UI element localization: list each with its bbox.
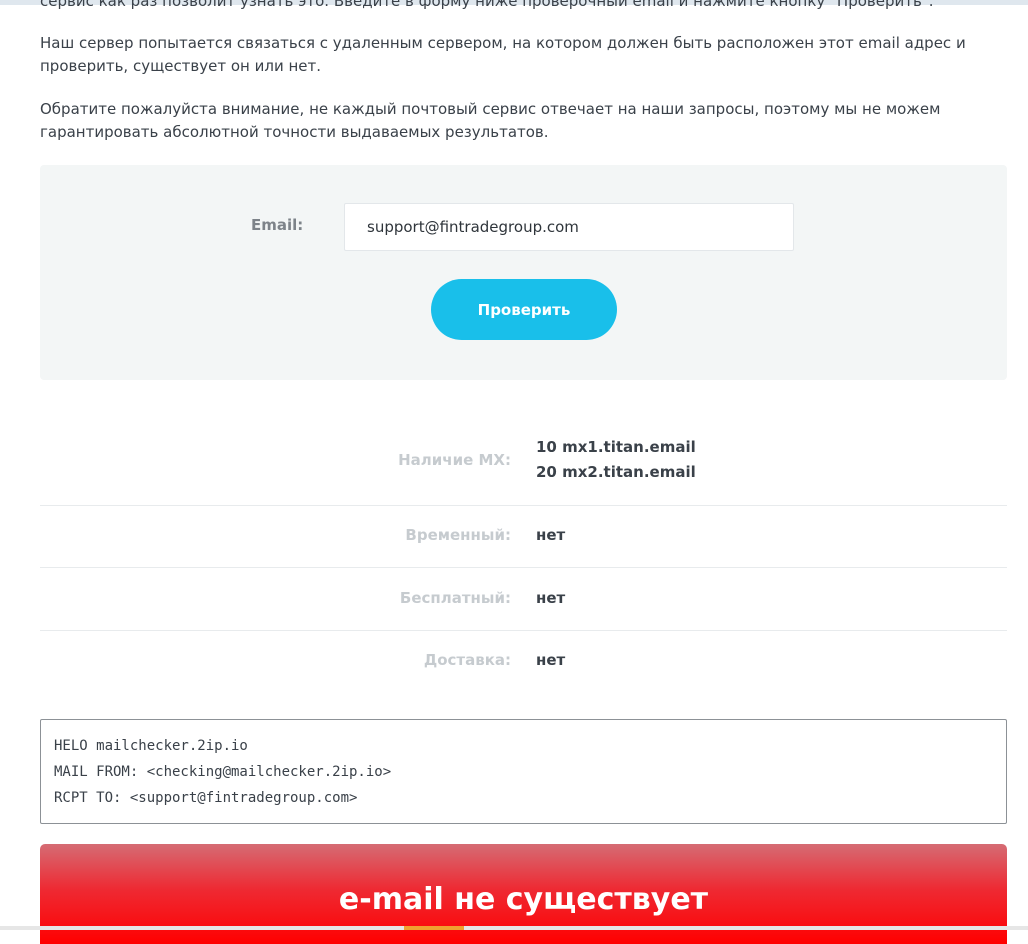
result-row-temporary: Временный: нет	[40, 505, 1007, 568]
smtp-log: HELO mailchecker.2ip.io MAIL FROM: <chec…	[40, 719, 1007, 824]
smtp-log-line: RCPT TO: <support@fintradegroup.com>	[54, 790, 358, 806]
mx-record: 10 mx1.titan.email	[536, 435, 696, 460]
mx-priority: 20	[536, 463, 557, 481]
email-input[interactable]: support@fintradegroup.com	[344, 203, 794, 251]
result-row-free: Бесплатный: нет	[40, 568, 1007, 631]
mx-label: Наличие MX:	[398, 451, 511, 469]
delivery-label: Доставка:	[423, 651, 511, 669]
smtp-log-line: MAIL FROM: <checking@mailchecker.2ip.io>	[54, 764, 392, 780]
mx-priority: 10	[536, 438, 557, 456]
page: сервис как раз позволит узнать это. Введ…	[0, 0, 1028, 944]
temporary-label: Временный:	[405, 526, 511, 544]
mx-record: 20 mx2.titan.email	[536, 460, 696, 485]
intro-paragraph-1: Наш сервер попытается связаться с удален…	[40, 34, 966, 75]
mx-host: mx1.titan.email	[562, 438, 696, 456]
free-label: Бесплатный:	[399, 589, 511, 607]
email-check-form: Email: support@fintradegroup.com Провери…	[40, 165, 1007, 380]
smtp-log-line: HELO mailchecker.2ip.io	[54, 738, 248, 754]
temporary-value: нет	[536, 526, 566, 544]
check-button[interactable]: Проверить	[431, 279, 617, 340]
intro-paragraph-2: Обратите пожалуйста внимание, не каждый …	[40, 100, 941, 141]
mx-host: mx2.titan.email	[562, 463, 696, 481]
email-label: Email:	[251, 216, 304, 234]
result-row-delivery: Доставка: нет	[40, 630, 1007, 692]
result-message: e-mail не существует	[338, 882, 709, 917]
free-value: нет	[536, 589, 566, 607]
bottom-strip	[0, 926, 1028, 930]
mx-records: 10 mx1.titan.email 20 mx2.titan.email	[536, 435, 696, 485]
delivery-value: нет	[536, 651, 566, 669]
bottom-accent	[404, 926, 464, 930]
intro-cut-line: сервис как раз позволит узнать это. Введ…	[40, 0, 934, 10]
result-row-mx: Наличие MX: 10 mx1.titan.email 20 mx2.ti…	[40, 425, 1007, 506]
